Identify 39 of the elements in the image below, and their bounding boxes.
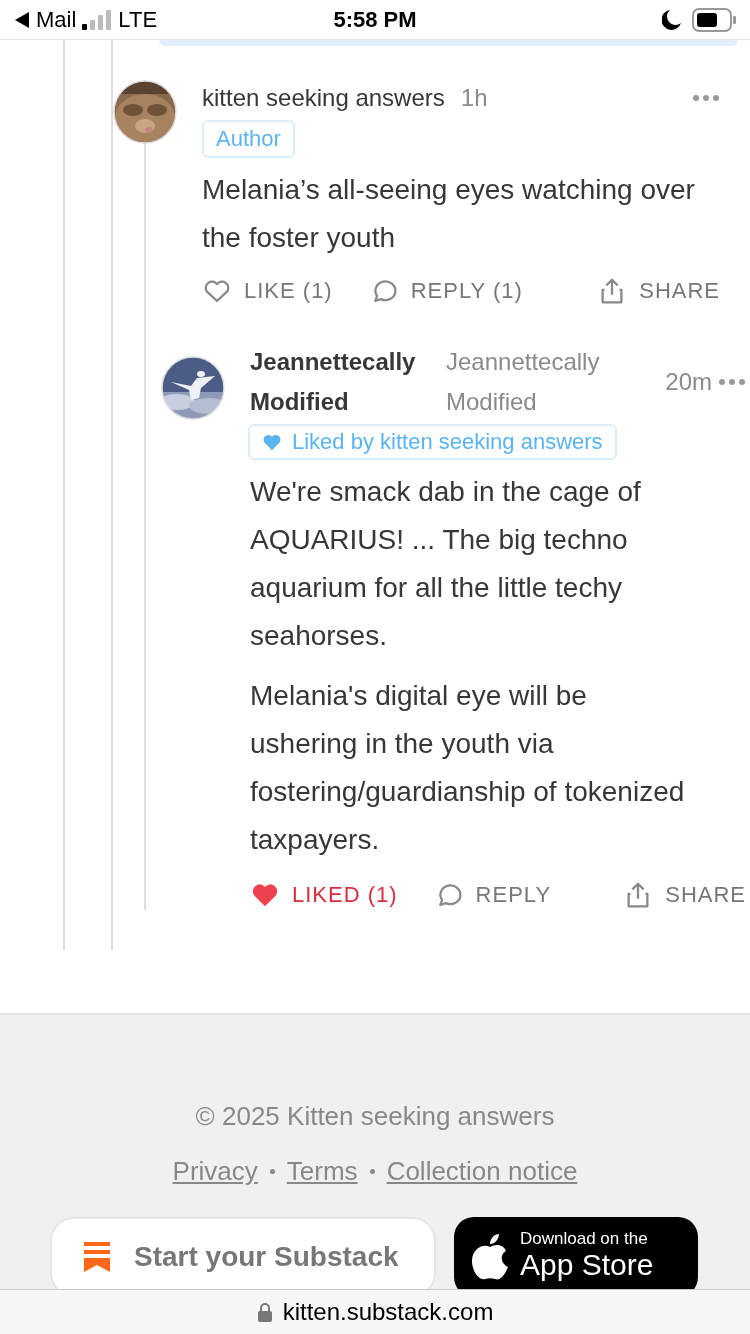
comment-text: Melania's digital eye will be ushering in the youth via fostering/guardianship of tokenized taxpayers. <box>250 679 686 857</box>
back-icon[interactable] <box>14 10 30 29</box>
copyright-text: © 2025 Kitten seeking answers <box>195 1101 555 1132</box>
author-badge: Author <box>202 120 295 158</box>
app-store-button[interactable]: Download on the App Store <box>454 1217 698 1290</box>
timestamp: 20m <box>665 367 712 397</box>
moon-icon <box>662 8 682 31</box>
signal-icon <box>82 9 113 30</box>
heart-icon <box>262 433 282 451</box>
timestamp: 1h <box>460 84 488 112</box>
author-handle: Jeannettecally Modified <box>446 347 601 417</box>
liked-by-text: Liked by kitten seeking answers <box>292 429 603 455</box>
footer-link[interactable]: Privacy <box>172 1156 258 1187</box>
share-button[interactable]: SHARE <box>597 276 720 306</box>
more-icon[interactable] <box>718 378 746 386</box>
comment-text: We're smack dab in the cage of AQUARIUS! ... The big techno aquarium for all the little techy seahorses. <box>250 475 642 653</box>
store-large-text: App Store <box>520 1249 654 1281</box>
lock-icon <box>256 1302 273 1322</box>
footer-link[interactable]: Collection notice <box>386 1156 578 1187</box>
url-bar[interactable]: kitten.substack.com <box>0 1289 750 1334</box>
start-substack-button[interactable]: Start your Substack <box>50 1217 436 1290</box>
battery-icon <box>692 7 736 32</box>
like-button[interactable]: LIKED (1) <box>250 880 398 910</box>
like-button[interactable]: LIKE (1) <box>202 276 333 306</box>
reply-button[interactable]: REPLY <box>433 880 552 910</box>
store-small-text: Download on the <box>520 1229 649 1249</box>
clock: 5:58 PM <box>333 6 417 33</box>
reply-button[interactable]: REPLY (1) <box>368 276 523 306</box>
apple-logo-icon <box>470 1233 510 1281</box>
author-name[interactable]: kitten seeking answers <box>202 84 445 112</box>
back-app-label[interactable]: Mail <box>36 6 77 33</box>
bookmark-logo-icon <box>84 1242 110 1272</box>
more-icon[interactable] <box>692 94 720 102</box>
footer-link[interactable]: Terms <box>286 1156 358 1187</box>
url-text: kitten.substack.com <box>282 1298 494 1326</box>
share-button[interactable]: SHARE <box>623 880 746 910</box>
comment-text: Melania’s all-seeing eyes watching over the foster youth <box>202 173 696 255</box>
author-name[interactable]: Jeannettecally Modified <box>250 342 430 422</box>
network-label: LTE <box>118 6 158 33</box>
